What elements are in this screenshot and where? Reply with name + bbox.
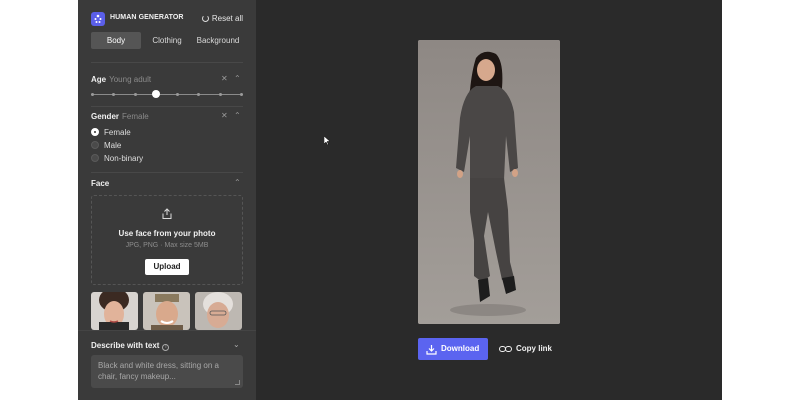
reset-all-label: Reset all xyxy=(211,14,243,23)
app-window: HUMAN GENERATOR Reset all Body Clothing … xyxy=(78,0,722,400)
generated-human-image xyxy=(418,40,560,324)
gender-option-female[interactable]: Female xyxy=(91,128,131,138)
brand-logo-icon xyxy=(91,12,105,26)
tab-clothing[interactable]: Clothing xyxy=(143,32,191,49)
age-slider[interactable] xyxy=(91,90,243,98)
face-preset-thumbnail[interactable] xyxy=(195,292,242,330)
divider xyxy=(91,106,243,107)
reset-all-button[interactable]: Reset all xyxy=(201,14,243,23)
upload-requirements: JPG, PNG · Max size 5MB xyxy=(125,242,209,249)
describe-title: Describe with text xyxy=(91,341,160,350)
clear-age-icon[interactable]: ✕ xyxy=(221,74,228,83)
resize-handle-icon[interactable] xyxy=(235,380,240,385)
describe-textarea[interactable]: Black and white dress, sitting on a chai… xyxy=(91,355,243,388)
gender-title: Gender xyxy=(91,112,120,121)
gender-option-male[interactable]: Male xyxy=(91,141,121,151)
divider xyxy=(91,62,243,63)
face-title: Face xyxy=(91,179,110,188)
upload-button[interactable]: Upload xyxy=(145,259,189,275)
expand-describe-chevron-icon[interactable]: ⌄ xyxy=(233,340,240,349)
collapse-age-chevron-icon[interactable]: ⌃ xyxy=(234,74,241,83)
divider xyxy=(91,172,243,173)
share-upload-icon xyxy=(162,208,172,219)
clear-gender-icon[interactable]: ✕ xyxy=(221,111,228,120)
radio-icon xyxy=(91,141,99,149)
age-slider-handle[interactable] xyxy=(152,90,161,98)
sidebar-header: HUMAN GENERATOR Reset all xyxy=(91,12,243,28)
link-icon xyxy=(499,346,512,352)
age-slider-tick[interactable] xyxy=(112,93,116,96)
radio-icon xyxy=(91,154,99,162)
face-presets xyxy=(91,292,243,330)
describe-placeholder: Black and white dress, sitting on a chai… xyxy=(98,361,219,381)
mouse-cursor-icon xyxy=(324,136,331,146)
face-preset-thumbnail[interactable] xyxy=(143,292,190,330)
download-button[interactable]: Download xyxy=(418,338,488,360)
face-section-header[interactable]: Face xyxy=(91,179,109,188)
face-upload-dropzone[interactable]: Use face from your photo JPG, PNG · Max … xyxy=(91,195,243,285)
download-label: Download xyxy=(441,344,480,353)
collapse-gender-chevron-icon[interactable]: ⌃ xyxy=(234,111,241,120)
age-slider-tick[interactable] xyxy=(133,93,137,96)
age-slider-tick[interactable] xyxy=(176,93,180,96)
collapse-face-chevron-icon[interactable]: ⌃ xyxy=(234,178,241,187)
gender-option-label: Female xyxy=(104,128,131,137)
age-slider-tick[interactable] xyxy=(240,93,243,96)
describe-panel: Describe with text i ⌄ Black and white dr… xyxy=(78,330,256,400)
age-slider-tick[interactable] xyxy=(218,93,222,96)
age-section-header[interactable]: Age Young adult xyxy=(91,75,151,84)
tab-background[interactable]: Background xyxy=(193,32,243,49)
copy-link-button[interactable]: Copy link xyxy=(499,338,552,360)
brand-name: HUMAN GENERATOR xyxy=(110,14,184,21)
gender-option-non-binary[interactable]: Non-binary xyxy=(91,154,143,164)
sidebar: HUMAN GENERATOR Reset all Body Clothing … xyxy=(78,0,256,400)
upload-title: Use face from your photo xyxy=(118,229,216,238)
tab-bar: Body Clothing Background xyxy=(91,32,243,49)
describe-section-header[interactable]: Describe with text i xyxy=(91,341,170,351)
reset-icon xyxy=(201,15,209,22)
copy-link-label: Copy link xyxy=(516,344,553,353)
gender-section-header[interactable]: Gender Female xyxy=(91,112,149,121)
age-slider-tick[interactable] xyxy=(197,93,201,96)
gender-value: Female xyxy=(122,112,149,121)
age-slider-tick[interactable] xyxy=(91,93,94,96)
radio-selected-icon xyxy=(91,128,99,136)
face-preset-thumbnail[interactable] xyxy=(91,292,138,330)
gender-option-label: Non-binary xyxy=(104,154,144,163)
age-value: Young adult xyxy=(109,75,152,84)
age-title: Age xyxy=(91,75,107,84)
info-icon[interactable]: i xyxy=(162,344,170,351)
download-icon xyxy=(426,345,437,355)
tab-body[interactable]: Body xyxy=(91,32,141,49)
gender-option-label: Male xyxy=(104,141,122,150)
